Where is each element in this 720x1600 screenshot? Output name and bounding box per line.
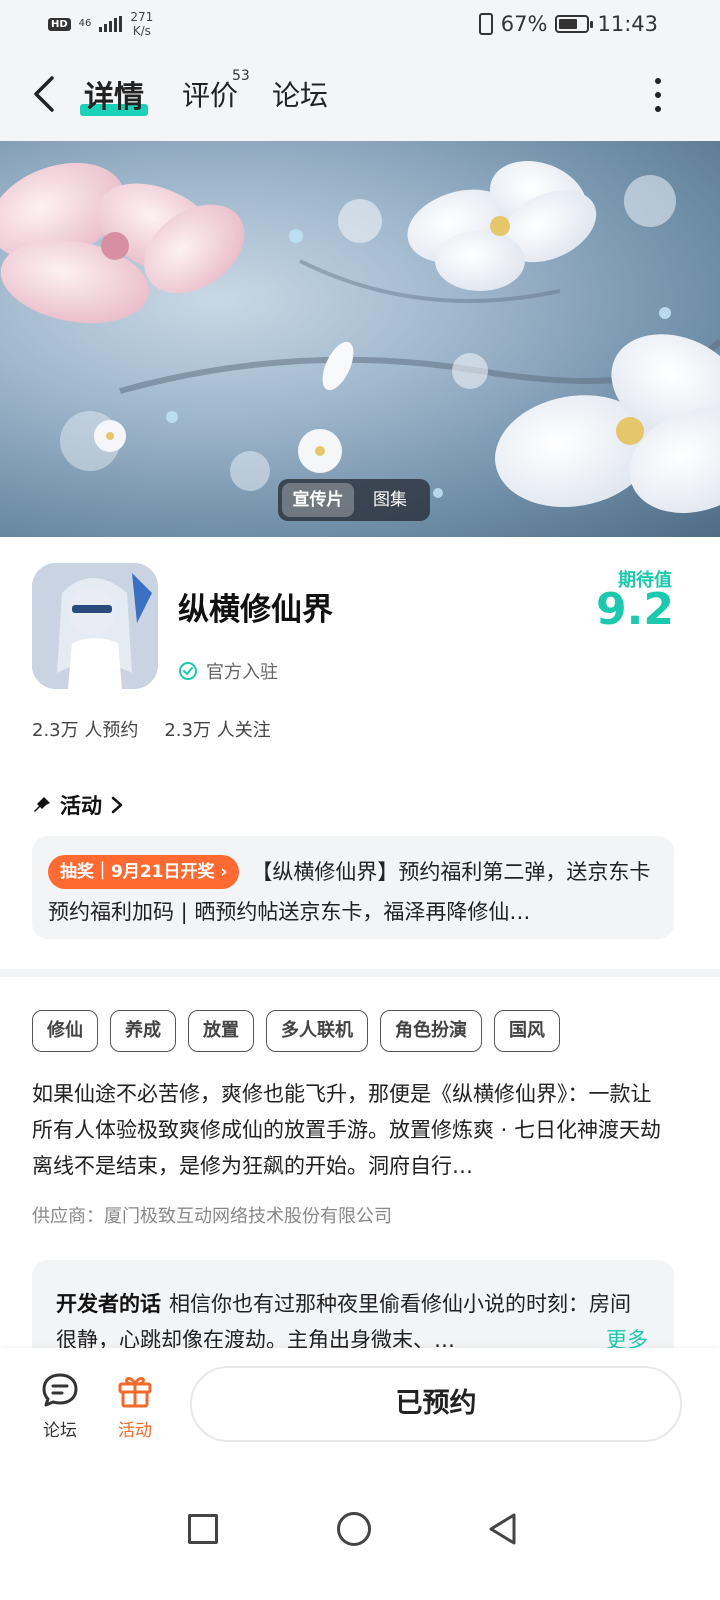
reserved-button[interactable]: 已预约 (190, 1366, 682, 1442)
pin-icon (34, 797, 50, 812)
system-back-icon[interactable] (486, 1512, 520, 1546)
genre-tags: 修仙 养成 放置 多人联机 角色扮演 国风 (32, 1010, 560, 1052)
tab-forum[interactable]: 论坛 (272, 74, 328, 114)
gift-icon (118, 1377, 152, 1408)
hd-badge: HD (48, 17, 71, 31)
network-speed-value: 271 (130, 10, 154, 24)
app-icon (32, 563, 158, 689)
top-nav: 详情 评价 53 论坛 (0, 50, 720, 141)
app-name: 纵横修仙界 (178, 592, 333, 628)
tag-yangcheng[interactable]: 养成 (110, 1010, 176, 1052)
more-options-icon[interactable] (648, 78, 668, 112)
activity-button[interactable]: 活动 (105, 1370, 165, 1441)
battery-percent: 67% (500, 12, 548, 36)
blossom-artwork (0, 161, 720, 514)
status-right: 67% 11:43 (478, 12, 658, 36)
hero-media[interactable]: 宣传片 图集 (0, 141, 720, 537)
supplier: 供应商：厦门极致互动网络技术股份有限公司 (32, 1206, 392, 1227)
tab-review[interactable]: 评价 (182, 74, 238, 114)
battery-icon (555, 15, 594, 33)
back-arrow-icon[interactable] (30, 74, 60, 114)
vibrate-icon (478, 13, 493, 35)
promo-video-option[interactable]: 宣传片 (282, 483, 354, 517)
pink-flower (0, 162, 245, 324)
review-count-badge: 53 (232, 68, 250, 84)
activity-heading[interactable]: 活动 (32, 790, 124, 820)
chat-bubble-icon (42, 1373, 78, 1407)
reservation-count: 2.3万 人预约 (32, 720, 139, 741)
bottom-action-bar: 论坛 活动 已预约 (0, 1348, 720, 1466)
forum-button-label: 论坛 (43, 1421, 77, 1441)
network-speed-unit: K/s (132, 24, 151, 38)
media-toggle: 宣传片 图集 (278, 479, 430, 521)
forum-button[interactable]: 论坛 (30, 1370, 90, 1441)
activity-heading-label: 活动 (60, 794, 102, 818)
anticipation-score: 9.2 (596, 584, 674, 635)
tag-guofeng[interactable]: 国风 (494, 1010, 560, 1052)
recent-apps-icon[interactable] (188, 1514, 218, 1544)
game-description[interactable]: 如果仙途不必苦修，爽修也能飞升，那便是《纵横修仙界》：一款让所有人体验极致爽修成… (32, 1076, 672, 1184)
signal-icon (99, 16, 123, 32)
home-icon[interactable] (337, 1512, 371, 1546)
developer-note-title: 开发者的话 (56, 1292, 161, 1316)
lottery-tag[interactable]: 抽奖｜9月21日开奖 › (48, 855, 240, 889)
chevron-right-icon (111, 796, 123, 814)
tab-detail[interactable]: 详情 (84, 72, 144, 116)
app-icon-art (32, 563, 158, 689)
activity-card[interactable]: 抽奖｜9月21日开奖 › 【纵横修仙界】预约福利第二弹，送京东卡 预约福利加码 |… (32, 836, 674, 939)
tag-rpg[interactable]: 角色扮演 (380, 1010, 482, 1052)
network-speed: 271 K/s (130, 10, 153, 38)
clock: 11:43 (597, 12, 658, 36)
developer-more-link[interactable]: 更多 (600, 1322, 648, 1348)
app-stats: 2.3万 人预约 2.3万 人关注 (32, 716, 271, 742)
verified-label: 官方入驻 (206, 662, 278, 683)
gallery-option[interactable]: 图集 (354, 483, 426, 517)
developer-note[interactable]: 开发者的话 相信你也有过那种夜里偷看修仙小说的时刻：房间很静，心跳却像在渡劫。主角… (32, 1260, 674, 1348)
section-divider (0, 969, 720, 977)
follower-count: 2.3万 人关注 (164, 720, 271, 741)
check-circle-icon (179, 662, 197, 680)
tag-fangzhi[interactable]: 放置 (188, 1010, 254, 1052)
status-bar: HD 46 271 K/s 67% 11:43 (0, 0, 720, 50)
network-type: 46 (78, 18, 92, 29)
tag-xiuxian[interactable]: 修仙 (32, 1010, 98, 1052)
tag-multiplayer[interactable]: 多人联机 (266, 1010, 368, 1052)
status-left: HD 46 271 K/s (48, 10, 153, 38)
verified-badge: 官方入驻 (178, 658, 278, 684)
system-nav-bar (0, 1466, 720, 1600)
activity-button-label: 活动 (118, 1421, 152, 1441)
